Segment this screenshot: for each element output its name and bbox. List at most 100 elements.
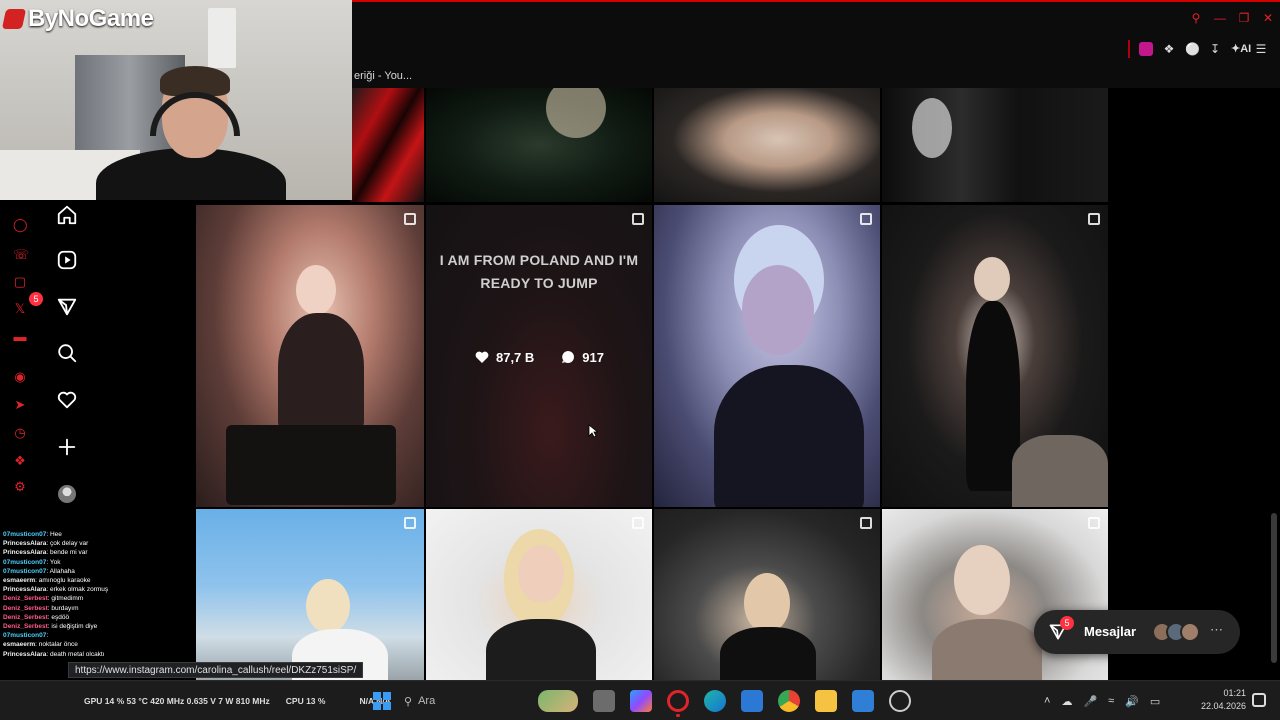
task-view-icon[interactable] (593, 690, 615, 712)
microsoft-store-icon[interactable] (741, 690, 763, 712)
chat-message: Deniz_Serbest: gitmedimm (0, 594, 196, 603)
mail-icon[interactable] (852, 690, 874, 712)
post-thumbnail[interactable] (350, 88, 424, 202)
post-rock (1012, 435, 1108, 507)
opera-gx-icon[interactable] (667, 690, 689, 717)
puzzle-icon[interactable]: ❖ (1162, 41, 1176, 57)
post-stats: 87,7 B 917 (426, 349, 652, 365)
extensions-icon[interactable]: ❖ (13, 454, 27, 468)
play-circle-icon[interactable]: ◉ (13, 370, 27, 384)
home-icon[interactable] (56, 204, 78, 226)
instagram-icon[interactable]: ▢ (13, 275, 27, 289)
post-thumbnail[interactable] (196, 205, 424, 507)
cloud-icon[interactable]: ☁ (1061, 695, 1072, 708)
post-thumbnail[interactable] (426, 509, 652, 680)
history-icon[interactable]: ◷ (13, 426, 27, 440)
copilot-icon[interactable] (630, 690, 652, 712)
reels-icon[interactable] (56, 249, 78, 271)
windows-start-icon[interactable] (373, 692, 391, 710)
notifications-heart-icon[interactable] (56, 389, 78, 411)
chevron-up-icon[interactable]: ˄ (1044, 695, 1050, 707)
chat-text: : bende mi var (46, 549, 88, 557)
post-figure-body (278, 313, 364, 433)
taskbar-apps (538, 681, 911, 720)
search-icon[interactable] (56, 342, 78, 364)
post-thumbnail[interactable] (654, 88, 880, 202)
create-plus-icon[interactable] (56, 436, 78, 458)
notifications-badge: 5 (29, 292, 43, 306)
chat-username: PrincessAlara (3, 549, 47, 557)
ai-button[interactable]: ✦AI (1231, 41, 1251, 57)
heart-icon (475, 351, 489, 363)
carousel-icon (860, 517, 872, 529)
battery-icon[interactable]: ▭ (1150, 695, 1160, 708)
messenger-icon[interactable]: ◯ (13, 218, 28, 232)
microphone-icon[interactable]: 🎤 (1083, 695, 1097, 708)
chat-text: : Yok (46, 558, 61, 566)
post-figure (546, 88, 606, 138)
download-icon[interactable]: ↧ (1208, 41, 1222, 57)
post-thumbnail-hovered[interactable]: I AM FROM POLAND AND I'M READY TO JUMP 8… (426, 205, 652, 507)
volume-icon[interactable]: 🔊 (1125, 695, 1139, 708)
post-figure-head (518, 545, 564, 603)
chat-username: esmaeerm (3, 577, 36, 585)
chat-message: PrincessAlara: death metal olcaktı (0, 650, 196, 659)
post-figure-head (296, 265, 336, 315)
likes-stat: 87,7 B (474, 349, 534, 365)
messages-button[interactable]: 5 Mesajlar ⋯ (1034, 610, 1240, 654)
post-thumbnail[interactable] (882, 205, 1108, 507)
chat-text: : çok delay var (46, 540, 89, 548)
chat-message: Deniz_Serbest: eşdöö (0, 613, 196, 622)
direct-messages-icon[interactable] (56, 296, 78, 318)
chat-username: 07musticon07 (3, 558, 47, 566)
chat-username: 07musticon07 (3, 567, 47, 575)
close-button[interactable]: ✕ (1262, 12, 1274, 24)
minimize-button[interactable]: — (1214, 12, 1226, 24)
search-icon: ⚲ (404, 695, 413, 708)
post-thumbnail[interactable] (882, 509, 1108, 680)
widgets-icon[interactable] (538, 690, 578, 712)
file-explorer-icon[interactable] (815, 690, 837, 712)
wifi-icon[interactable]: ≈ (1108, 695, 1114, 707)
carousel-icon (860, 213, 872, 225)
search-icon[interactable]: ⚲ (1190, 12, 1202, 24)
clock[interactable]: 01:21 22.04.2026 (1196, 687, 1246, 713)
page-scrollbar[interactable] (1270, 88, 1278, 680)
tab-title[interactable]: eriği - You... (354, 70, 412, 82)
edge-icon[interactable] (704, 690, 726, 712)
chat-text: : (46, 632, 49, 640)
post-thumbnail[interactable] (196, 509, 424, 680)
clock-date: 22.04.2026 (1200, 701, 1246, 711)
profile-avatar[interactable] (58, 485, 76, 503)
whatsapp-icon[interactable]: ☏ (13, 248, 29, 262)
notification-center-icon[interactable] (1252, 693, 1266, 707)
post-figure-head (742, 265, 814, 355)
restore-button[interactable]: ❐ (1238, 12, 1250, 24)
steam-icon[interactable] (889, 690, 911, 712)
post-figure-body (720, 627, 816, 680)
post-thumbnail[interactable] (426, 88, 652, 202)
carousel-icon (632, 213, 644, 225)
toolbar-separator (1128, 40, 1130, 58)
post-caption: I AM FROM POLAND AND I'M READY TO JUMP (439, 252, 639, 291)
chrome-icon[interactable] (778, 690, 800, 712)
extension-icon[interactable] (1139, 42, 1153, 56)
menu-icon[interactable]: ☰ (1254, 41, 1268, 57)
chat-username: esmaeerm (3, 641, 36, 649)
scrollbar-thumb[interactable] (1271, 513, 1277, 663)
x-icon[interactable]: 𝕏 (13, 302, 27, 316)
likes-count: 87,7 B (495, 349, 535, 365)
profile-icon[interactable]: ⚪ (1185, 41, 1200, 57)
messages-badge: 5 (1060, 616, 1074, 630)
post-thumbnail[interactable] (654, 509, 880, 680)
post-thumbnail[interactable] (882, 88, 1108, 202)
system-tray: ˄ ☁ 🎤 ≈ 🔊 ▭ (1044, 681, 1160, 720)
settings-icon[interactable]: ⚙ (13, 480, 27, 494)
twitch-icon[interactable]: ▬ (13, 330, 27, 344)
chat-username: PrincessAlara (3, 540, 47, 548)
send-icon[interactable]: ➤ (13, 398, 27, 412)
taskbar-search[interactable]: ⚲ Ara (404, 689, 524, 713)
post-thumbnail[interactable] (654, 205, 880, 507)
clock-time: 01:21 (1223, 688, 1246, 698)
chat-message: PrincessAlara: bende mi var (0, 548, 196, 557)
